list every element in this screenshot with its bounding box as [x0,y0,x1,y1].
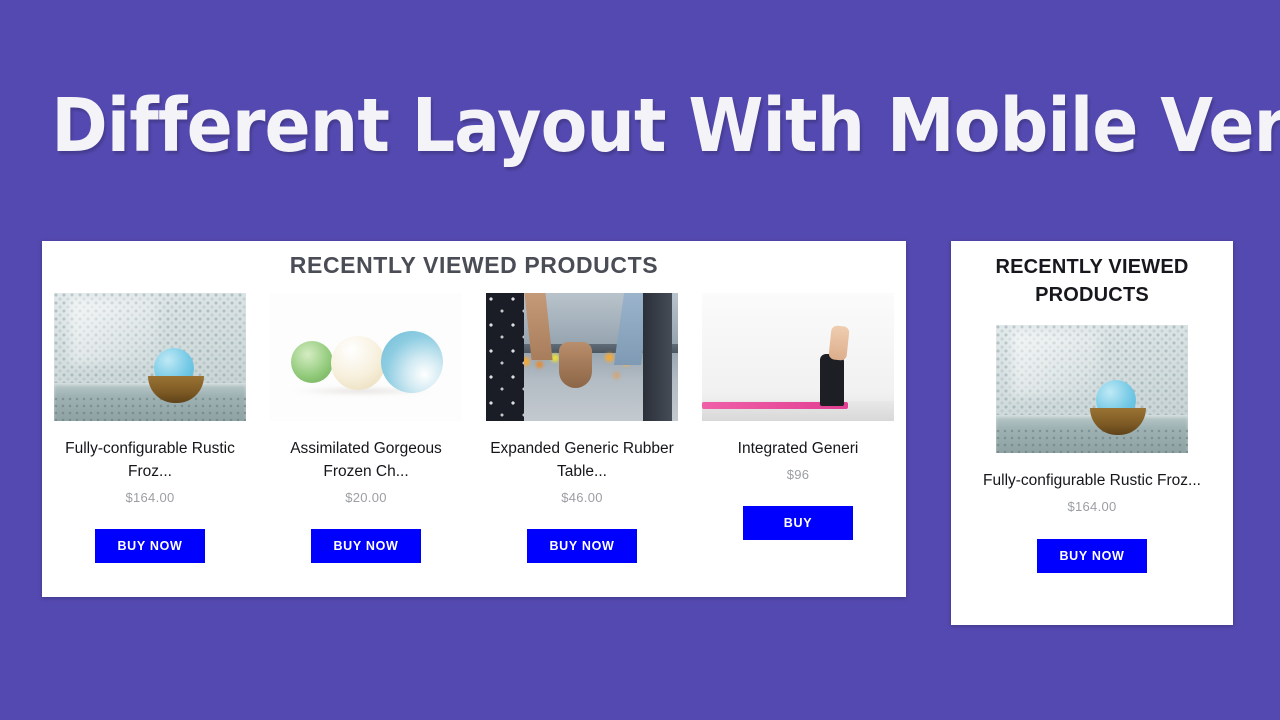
page-title: Different Layout With Mobile Version [51,83,1280,169]
product-title: Integrated Generi [737,440,859,457]
desktop-carousel-track[interactable]: Fully-configurable Rustic Froz... $164.0… [42,293,906,563]
product-title: Fully-configurable Rustic Froz... [65,440,235,480]
product-price: $164.00 [125,490,175,505]
buy-now-button[interactable]: BUY [743,506,853,540]
product-price: $20.00 [345,490,387,505]
product-image [486,293,678,421]
buy-now-button[interactable]: BUY NOW [1037,539,1147,573]
mobile-widget-heading: RECENTLY VIEWED PRODUCTS [995,256,1189,306]
buy-now-button[interactable]: BUY NOW [311,529,421,563]
buy-now-button[interactable]: BUY NOW [95,529,205,563]
product-price: $96 [786,467,810,482]
product-title: Assimilated Gorgeous Frozen Ch... [290,440,442,480]
desktop-recently-viewed-widget: RECENTLY VIEWED PRODUCTS Fully-configura… [42,241,906,597]
desktop-widget-heading: RECENTLY VIEWED PRODUCTS [289,252,659,278]
product-card[interactable]: Assimilated Gorgeous Frozen Ch... $20.00… [258,293,474,563]
product-price: $164.00 [1067,499,1117,514]
product-card[interactable]: Expanded Generic Rubber Table... $46.00 … [474,293,690,563]
page-root: Different Layout With Mobile Version REC… [0,0,1280,720]
product-card[interactable]: Integrated Generi $96 BUY [690,293,906,563]
product-image [270,293,462,421]
mobile-product-card[interactable]: Fully-configurable Rustic Froz... $164.0… [951,325,1233,573]
product-image [54,293,246,421]
buy-now-button[interactable]: BUY NOW [527,529,637,563]
product-price: $46.00 [561,490,603,505]
product-title: Expanded Generic Rubber Table... [490,440,674,480]
mobile-recently-viewed-widget: RECENTLY VIEWED PRODUCTS Fully-configura… [951,241,1233,625]
desktop-carousel-viewport: Fully-configurable Rustic Froz... $164.0… [42,293,906,573]
product-image [996,325,1188,453]
product-image [702,293,894,421]
product-title: Fully-configurable Rustic Froz... [983,472,1201,489]
product-card[interactable]: Fully-configurable Rustic Froz... $164.0… [42,293,258,563]
